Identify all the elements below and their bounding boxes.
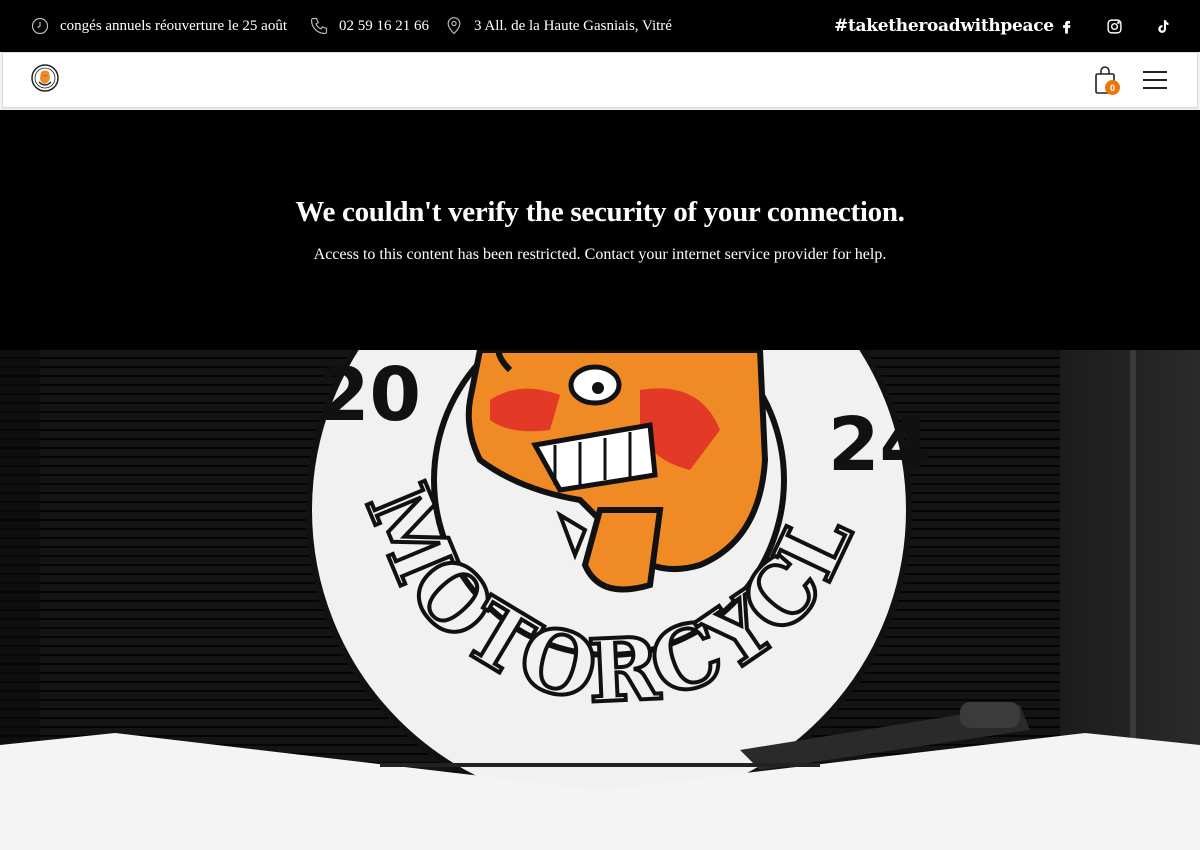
facebook-link[interactable] xyxy=(1055,15,1077,37)
main-navbar xyxy=(2,52,1198,108)
clock-icon xyxy=(31,17,49,35)
phone-icon xyxy=(310,17,328,35)
address-text[interactable]: 3 All. de la Haute Gasniais, Vitré xyxy=(474,18,672,35)
top-bar: congés annuels réouverture le 25 août 02… xyxy=(0,0,1200,52)
hours-text: congés annuels réouverture le 25 août xyxy=(60,17,287,34)
instagram-link[interactable] xyxy=(1103,15,1125,37)
site-logo[interactable] xyxy=(30,63,60,93)
hashtag-text: #taketheroadwithpeace xyxy=(834,16,1054,36)
tiktok-icon xyxy=(1157,19,1169,33)
tiktok-link[interactable] xyxy=(1151,15,1173,37)
logo-year-right: 24 xyxy=(828,402,931,488)
address-link[interactable]: 3 All. de la Haute Gasniais, Vitré xyxy=(444,0,672,52)
location-pin-icon xyxy=(447,17,461,35)
facebook-icon xyxy=(1062,20,1070,34)
security-notice: We couldn't verify the security of your … xyxy=(0,110,1200,350)
hamburger-menu-icon xyxy=(1143,71,1167,89)
cart-count-badge: 0 xyxy=(1105,80,1120,95)
phone-link[interactable]: 02 59 16 21 66 xyxy=(309,0,429,52)
hamburger-menu-button[interactable] xyxy=(1143,70,1167,90)
hero-image: 20 24 MOTORCYCLE xyxy=(0,350,1200,850)
opening-hours: congés annuels réouverture le 25 août xyxy=(30,0,287,52)
logo-year-left: 20 xyxy=(318,352,421,438)
brand-logo-icon xyxy=(31,64,59,92)
phone-text[interactable]: 02 59 16 21 66 xyxy=(339,18,429,35)
hero-banner: 20 24 MOTORCYCLE xyxy=(0,350,1200,850)
instagram-icon xyxy=(1106,18,1122,34)
notice-title: We couldn't verify the security of your … xyxy=(295,196,905,228)
notice-message: Access to this content has been restrict… xyxy=(313,246,887,263)
